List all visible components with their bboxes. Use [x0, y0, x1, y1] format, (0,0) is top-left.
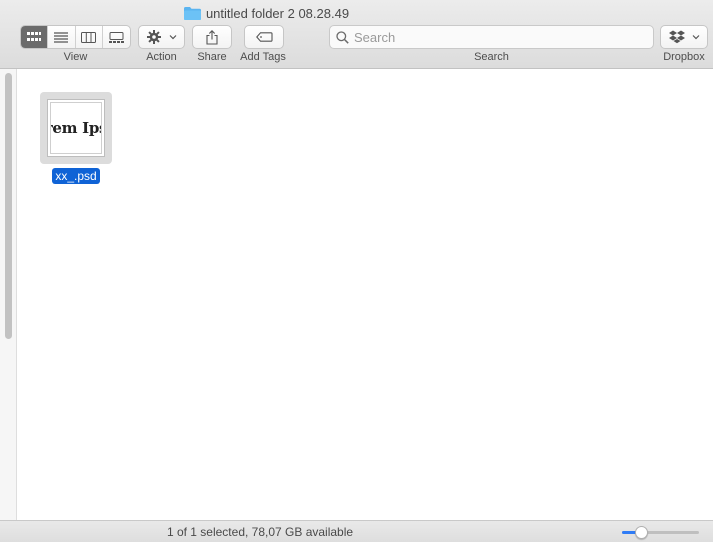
status-bar: 1 of 1 selected, 78,07 GB available — [0, 520, 713, 542]
chevron-down-icon — [692, 35, 699, 40]
share-icon — [206, 29, 218, 45]
gallery-icon — [108, 31, 124, 43]
file-thumbnail[interactable]: rem Ips — [40, 92, 112, 164]
preview-text: rem Ips — [51, 119, 101, 137]
search-field[interactable] — [329, 25, 654, 49]
folder-icon — [183, 6, 201, 20]
add-tags-button[interactable] — [244, 25, 284, 49]
action-label: Action — [146, 51, 177, 63]
action-button[interactable] — [138, 25, 185, 49]
view-mode-control[interactable] — [20, 25, 131, 49]
share-label: Share — [197, 51, 227, 63]
document-preview: rem Ips — [47, 99, 105, 157]
search-icon — [336, 30, 349, 44]
finder-toolbar: untitled folder 2 08.28.49 View Action S… — [0, 0, 713, 69]
grid-icon — [27, 32, 42, 41]
list-icon — [54, 31, 69, 43]
list-view-button[interactable] — [48, 26, 76, 48]
column-view-button[interactable] — [76, 26, 103, 48]
file-item[interactable]: rem Ips xx_.psd — [40, 92, 112, 184]
tag-icon — [255, 32, 273, 42]
dropbox-button[interactable] — [660, 25, 708, 49]
icon-view-button[interactable] — [21, 26, 49, 48]
chevron-down-icon — [169, 35, 176, 40]
columns-icon — [81, 31, 97, 43]
status-text: 1 of 1 selected, 78,07 GB available — [166, 525, 354, 539]
window-title: untitled folder 2 08.28.49 — [205, 5, 350, 21]
gear-icon — [146, 30, 161, 44]
view-label: View — [63, 51, 88, 63]
dropbox-icon — [668, 30, 685, 44]
window-title-bar: untitled folder 2 08.28.49 — [0, 3, 713, 23]
icon-size-slider[interactable] — [622, 526, 699, 539]
file-name-label[interactable]: xx_.psd — [52, 168, 100, 184]
file-browser-content[interactable]: rem Ips xx_.psd — [18, 69, 713, 520]
search-input[interactable] — [354, 29, 644, 45]
share-button[interactable] — [192, 25, 232, 49]
icon-size-slider-knob[interactable] — [634, 526, 648, 539]
search-label: Search — [474, 51, 509, 63]
sidebar-scrollbar-thumb[interactable] — [5, 73, 12, 339]
gallery-view-button[interactable] — [103, 26, 130, 48]
sidebar-scroll-rail — [0, 69, 17, 520]
dropbox-label: Dropbox — [663, 51, 705, 63]
document-preview-inner: rem Ips — [50, 102, 102, 154]
add-tags-label: Add Tags — [240, 51, 286, 63]
